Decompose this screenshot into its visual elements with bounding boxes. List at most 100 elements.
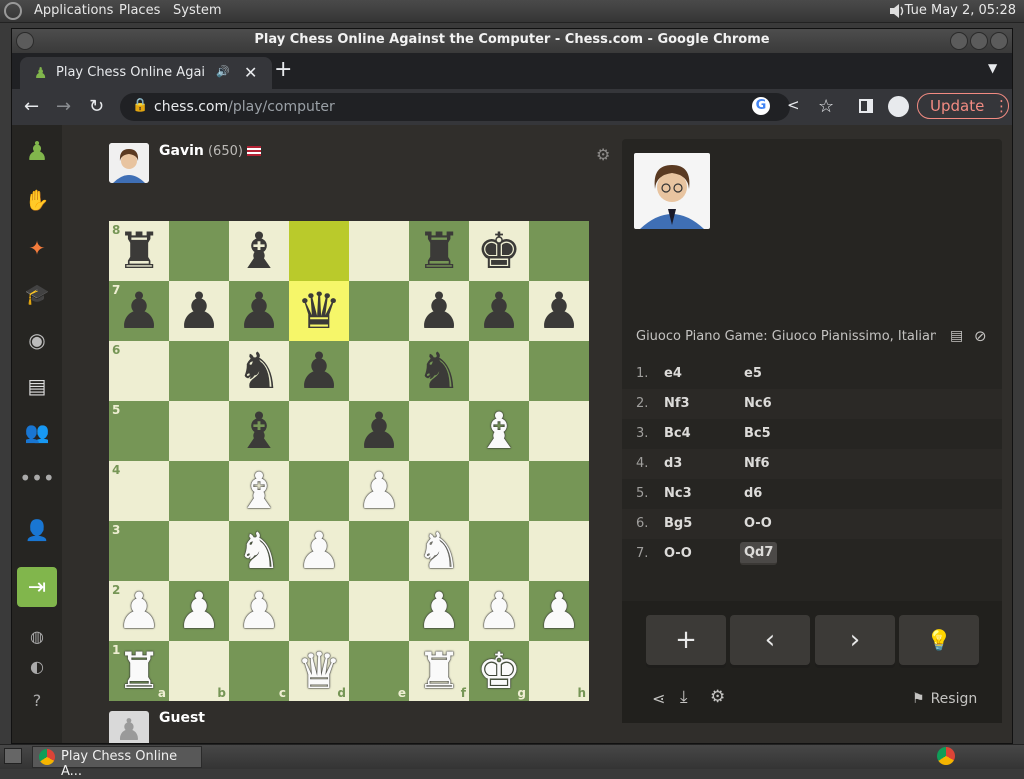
white-rook-piece[interactable]: ♜	[409, 641, 469, 701]
square-a7[interactable]: 7 ♟	[109, 281, 169, 341]
square-c3[interactable]: ♞	[229, 521, 289, 581]
square-g5[interactable]: ♝	[469, 401, 529, 461]
reload-icon[interactable]: ↻	[89, 96, 104, 117]
white-pawn-piece[interactable]: ♟	[169, 581, 229, 641]
resign-button[interactable]: ⚑ Resign	[912, 691, 977, 707]
square-b7[interactable]: ♟	[169, 281, 229, 341]
explorer-compass-icon[interactable]: ⊘	[974, 327, 987, 345]
black-knight-piece[interactable]: ♞	[229, 341, 289, 401]
browser-tab[interactable]: ♟ Play Chess Online Agains 🔊 ✕	[20, 57, 272, 89]
square-d1[interactable]: d ♛	[289, 641, 349, 701]
next-move-button[interactable]: ›	[815, 615, 895, 665]
share-icon[interactable]: ⋖	[652, 689, 665, 708]
square-h2[interactable]: ♟	[529, 581, 589, 641]
new-tab-button[interactable]: +	[274, 57, 292, 82]
square-h6[interactable]	[529, 341, 589, 401]
system-menu[interactable]: System	[173, 3, 221, 18]
white-bishop-piece[interactable]: ♝	[229, 461, 289, 521]
black-move[interactable]: e5	[744, 366, 762, 381]
white-move[interactable]: Nf3	[664, 396, 690, 411]
white-pawn-piece[interactable]: ♟	[469, 581, 529, 641]
black-move[interactable]: Nc6	[744, 396, 772, 411]
square-d8[interactable]	[289, 221, 349, 281]
play-hand-icon[interactable]: ✋	[24, 187, 50, 213]
square-h3[interactable]	[529, 521, 589, 581]
white-queen-piece[interactable]: ♛	[289, 641, 349, 701]
previous-move-button[interactable]: ‹	[730, 615, 810, 665]
maximize-button[interactable]	[970, 32, 988, 50]
black-move[interactable]: Nf6	[744, 456, 770, 471]
current-move[interactable]: Qd7	[740, 542, 778, 565]
black-pawn-piece[interactable]: ♟	[409, 281, 469, 341]
square-c5[interactable]: ♝	[229, 401, 289, 461]
taskbar-chrome-item[interactable]: Play Chess Online A...	[32, 746, 202, 779]
opponent-avatar[interactable]	[109, 143, 149, 183]
help-icon[interactable]: ?	[24, 687, 50, 713]
black-move[interactable]: d6	[744, 486, 762, 501]
white-rook-piece[interactable]: ♜	[109, 641, 169, 701]
square-e2[interactable]	[349, 581, 409, 641]
minimize-button[interactable]	[950, 32, 968, 50]
square-f8[interactable]: ♜	[409, 221, 469, 281]
square-b4[interactable]	[169, 461, 229, 521]
white-move[interactable]: Bg5	[664, 516, 692, 531]
square-g1[interactable]: g ♚	[469, 641, 529, 701]
square-e3[interactable]	[349, 521, 409, 581]
black-pawn-piece[interactable]: ♟	[349, 401, 409, 461]
square-c2[interactable]: ♟	[229, 581, 289, 641]
square-e5[interactable]: ♟	[349, 401, 409, 461]
login-button[interactable]: ⇥	[17, 567, 57, 607]
white-move[interactable]: O-O	[664, 546, 692, 561]
square-g4[interactable]	[469, 461, 529, 521]
profile-avatar-icon[interactable]	[888, 96, 909, 117]
google-lens-icon[interactable]: G	[752, 97, 770, 115]
square-g2[interactable]: ♟	[469, 581, 529, 641]
player-avatar[interactable]: ♟	[109, 711, 149, 743]
chess-logo-pawn-icon[interactable]: ♟	[24, 137, 50, 167]
square-f7[interactable]: ♟	[409, 281, 469, 341]
square-b2[interactable]: ♟	[169, 581, 229, 641]
address-bar[interactable]: 🔒 chess.com/play/computer G	[120, 93, 790, 121]
update-button[interactable]: Update ⋮	[917, 93, 1009, 119]
square-d6[interactable]: ♟	[289, 341, 349, 401]
black-bishop-piece[interactable]: ♝	[229, 221, 289, 281]
bookmark-star-icon[interactable]: ☆	[818, 96, 834, 117]
lock-icon[interactable]: 🔒	[132, 98, 148, 113]
book-icon[interactable]: ▤	[950, 328, 963, 344]
white-pawn-piece[interactable]: ♟	[349, 461, 409, 521]
square-b6[interactable]	[169, 341, 229, 401]
places-menu[interactable]: Places	[119, 3, 160, 18]
puzzles-icon[interactable]: ✦	[24, 235, 50, 261]
kebab-menu-icon[interactable]: ⋮	[994, 97, 1009, 115]
square-g6[interactable]	[469, 341, 529, 401]
square-e6[interactable]	[349, 341, 409, 401]
black-pawn-piece[interactable]: ♟	[289, 341, 349, 401]
sign-up-icon[interactable]: 👤	[24, 517, 50, 543]
square-a4[interactable]: 4	[109, 461, 169, 521]
square-f6[interactable]: ♞	[409, 341, 469, 401]
square-b8[interactable]	[169, 221, 229, 281]
share-icon[interactable]: <	[787, 96, 800, 114]
square-d5[interactable]	[289, 401, 349, 461]
close-window-button[interactable]	[990, 32, 1008, 50]
white-move[interactable]: Nc3	[664, 486, 692, 501]
square-e7[interactable]	[349, 281, 409, 341]
square-g7[interactable]: ♟	[469, 281, 529, 341]
social-icon[interactable]: 👥	[24, 419, 50, 445]
square-d4[interactable]	[289, 461, 349, 521]
square-f5[interactable]	[409, 401, 469, 461]
white-bishop-piece[interactable]: ♝	[469, 401, 529, 461]
black-pawn-piece[interactable]: ♟	[229, 281, 289, 341]
square-f2[interactable]: ♟	[409, 581, 469, 641]
back-arrow-icon[interactable]: ←	[24, 96, 39, 117]
window-titlebar[interactable]: Play Chess Online Against the Computer -…	[12, 29, 1012, 53]
clock[interactable]: Tue May 2, 05:28	[905, 3, 1016, 18]
white-pawn-piece[interactable]: ♟	[529, 581, 589, 641]
black-king-piece[interactable]: ♚	[469, 221, 529, 281]
white-pawn-piece[interactable]: ♟	[409, 581, 469, 641]
square-e1[interactable]: e	[349, 641, 409, 701]
square-c1[interactable]: c	[229, 641, 289, 701]
square-f3[interactable]: ♞	[409, 521, 469, 581]
square-e4[interactable]: ♟	[349, 461, 409, 521]
square-h8[interactable]	[529, 221, 589, 281]
